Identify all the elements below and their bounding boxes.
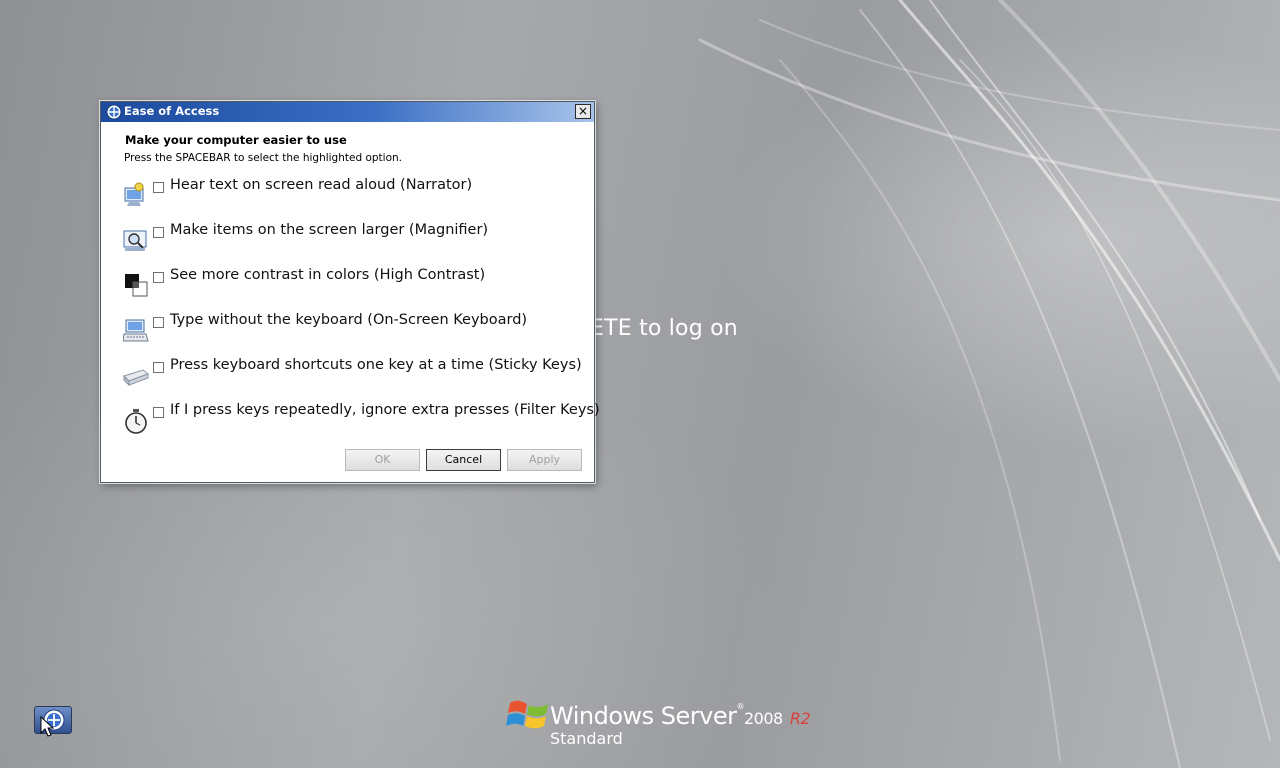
magnifier-checkbox[interactable] <box>153 227 164 238</box>
sticky-keys-icon <box>123 369 149 387</box>
option-magnifier[interactable]: Make items on the screen larger (Magnifi… <box>123 222 583 263</box>
high-contrast-label[interactable]: See more contrast in colors (High Contra… <box>170 267 485 283</box>
apply-button[interactable]: Apply <box>507 449 582 471</box>
dialog-subheading: Press the SPACEBAR to select the highlig… <box>124 152 402 164</box>
product-edition: Standard <box>550 729 623 748</box>
narrator-checkbox[interactable] <box>153 182 164 193</box>
product-title: Windows Server <box>550 702 737 730</box>
ease-of-access-dialog: Ease of Access × Make your computer easi… <box>100 101 600 483</box>
ok-button[interactable]: OK <box>345 449 420 471</box>
sticky-keys-label[interactable]: Press keyboard shortcuts one key at a ti… <box>170 357 582 373</box>
close-button[interactable]: × <box>575 104 591 119</box>
magnifier-icon <box>123 230 147 251</box>
cancel-button[interactable]: Cancel <box>426 449 501 471</box>
dialog-title: Ease of Access <box>124 104 220 118</box>
mouse-pointer-icon <box>40 716 55 737</box>
product-year: 2008 <box>743 709 783 728</box>
narrator-label[interactable]: Hear text on screen read aloud (Narrator… <box>170 177 472 193</box>
close-icon: × <box>577 104 589 118</box>
keyboard-icon <box>123 319 149 342</box>
option-high-contrast[interactable]: See more contrast in colors (High Contra… <box>123 267 583 308</box>
dialog-titlebar[interactable]: Ease of Access × <box>101 102 594 122</box>
filter-keys-label[interactable]: If I press keys repeatedly, ignore extra… <box>170 402 600 418</box>
on-screen-keyboard-label[interactable]: Type without the keyboard (On-Screen Key… <box>170 312 527 328</box>
narrator-icon <box>124 182 144 206</box>
magnifier-label[interactable]: Make items on the screen larger (Magnifi… <box>170 222 488 238</box>
product-release: R2 <box>789 709 811 728</box>
filter-keys-checkbox[interactable] <box>153 407 164 418</box>
stopwatch-icon <box>125 409 147 434</box>
ease-of-access-icon <box>106 104 122 120</box>
high-contrast-checkbox[interactable] <box>153 272 164 283</box>
dialog-heading: Make your computer easier to use <box>125 133 347 147</box>
high-contrast-icon <box>125 274 148 297</box>
option-sticky-keys[interactable]: Press keyboard shortcuts one key at a ti… <box>123 357 583 398</box>
option-filter-keys[interactable]: If I press keys repeatedly, ignore extra… <box>123 402 600 443</box>
option-on-screen-keyboard[interactable]: Type without the keyboard (On-Screen Key… <box>123 312 583 353</box>
sticky-keys-checkbox[interactable] <box>153 362 164 373</box>
trademark-symbol: ® <box>736 702 744 711</box>
option-narrator[interactable]: Hear text on screen read aloud (Narrator… <box>123 177 583 218</box>
windows-logo-icon <box>506 700 548 729</box>
on-screen-keyboard-checkbox[interactable] <box>153 317 164 328</box>
product-name: Windows Server®2008 R2 <box>550 702 811 730</box>
